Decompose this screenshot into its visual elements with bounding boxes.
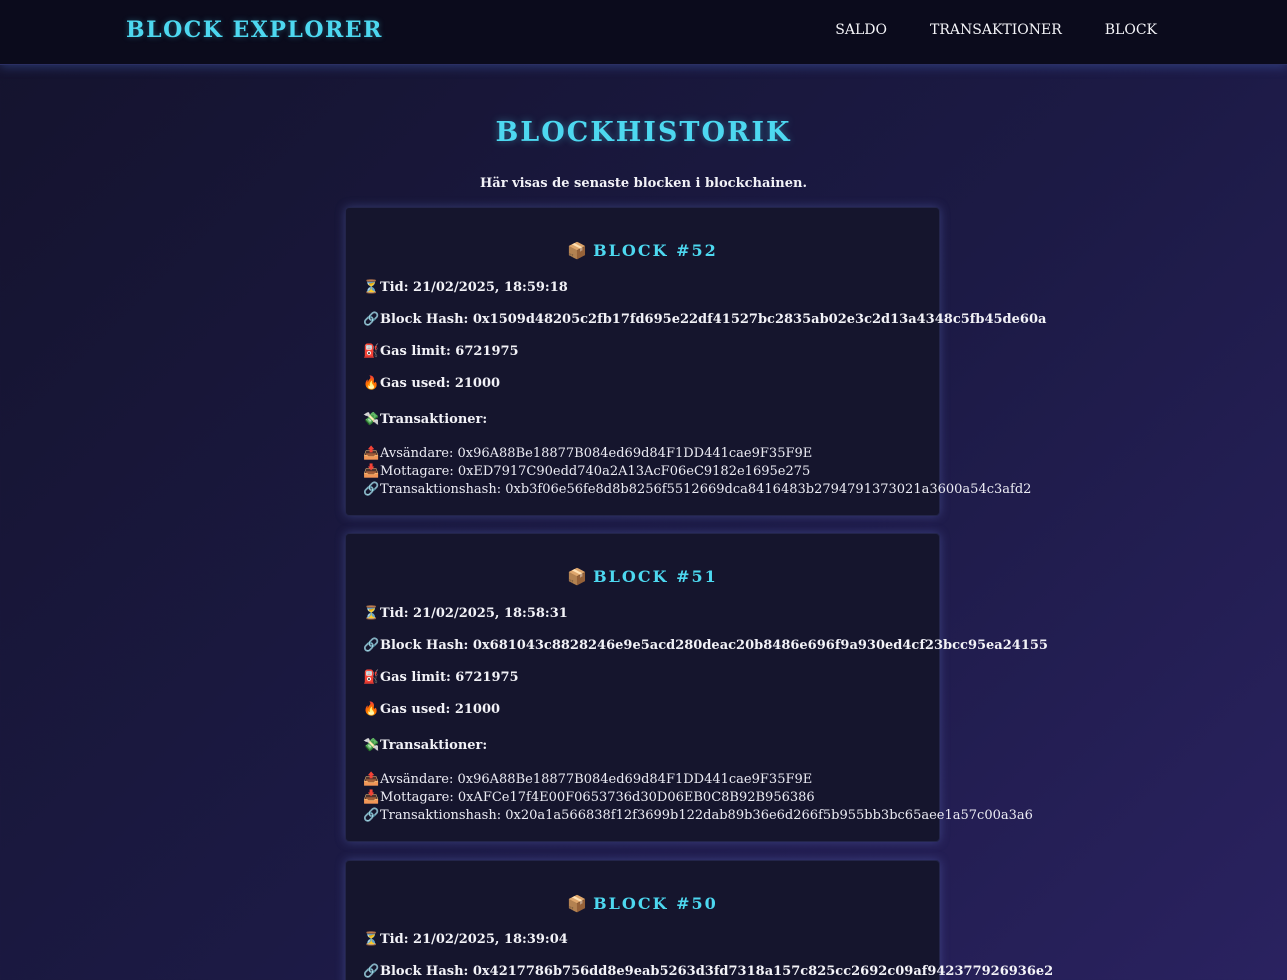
block-card: 📦 BLOCK #52 ⏳Tid: 21/02/2025, 18:59:18 🔗B…	[345, 207, 1046, 516]
nav-link-block[interactable]: BLOCK	[1105, 22, 1157, 38]
tx-sender-text: Avsändare: 0x96A88Be18877B084ed69d84F1DD…	[380, 446, 813, 461]
block-time-text: Tid: 21/02/2025, 18:39:04	[380, 932, 568, 947]
tx-sender-text: Avsändare: 0x96A88Be18877B084ed69d84F1DD…	[380, 772, 813, 787]
block-gas-used-text: Gas used: 21000	[380, 376, 501, 391]
block-time: ⏳Tid: 21/02/2025, 18:58:31	[363, 606, 568, 621]
package-icon: 📦	[567, 241, 588, 260]
tx-receiver: 📥Mottagare: 0xED7917C90edd740a2A13AcF06e…	[363, 464, 810, 479]
block-transactions-label: Transaktioner:	[380, 412, 488, 427]
block-title-text: BLOCK #50	[593, 894, 718, 913]
fire-icon: 🔥	[363, 376, 380, 391]
block-hash: 🔗Block Hash: 0x681043c8828246e9e5acd280d…	[363, 638, 1048, 653]
page-subtitle: Här visas de senaste blocken i blockchai…	[479, 176, 808, 191]
block-title-text: BLOCK #52	[593, 241, 718, 260]
money-wings-icon: 💸	[363, 738, 380, 753]
hourglass-icon: ⏳	[363, 932, 380, 947]
top-navbar: BLOCK EXPLORER SALDO TRANSAKTIONER BLOCK	[0, 0, 1287, 65]
link-icon: 🔗	[363, 482, 380, 497]
tx-hash-text: Transaktionshash: 0xb3f06e56fe8d8b8256f5…	[380, 482, 1032, 497]
page-title: BLOCKHISTORIK	[495, 117, 792, 148]
block-gas-used-text: Gas used: 21000	[380, 702, 501, 717]
fuel-pump-icon: ⛽	[363, 670, 380, 685]
tx-receiver-text: Mottagare: 0xED7917C90edd740a2A13AcF06eC…	[380, 464, 811, 479]
block-gas-used: 🔥Gas used: 21000	[363, 376, 500, 391]
block-title-text: BLOCK #51	[593, 567, 718, 586]
outbox-icon: 📤	[363, 772, 380, 787]
block-gas-limit: ⛽Gas limit: 6721975	[363, 344, 519, 359]
block-time: ⏳Tid: 21/02/2025, 18:59:18	[363, 280, 568, 295]
tx-sender: 📤Avsändare: 0x96A88Be18877B084ed69d84F1D…	[363, 772, 812, 787]
block-gas-limit: ⛽Gas limit: 6721975	[363, 670, 519, 685]
block-title: 📦 BLOCK #50	[346, 894, 939, 913]
block-gas-limit-text: Gas limit: 6721975	[380, 344, 519, 359]
fire-icon: 🔥	[363, 702, 380, 717]
link-icon: 🔗	[363, 964, 380, 979]
money-wings-icon: 💸	[363, 412, 380, 427]
block-hash-text: Block Hash: 0x681043c8828246e9e5acd280de…	[380, 638, 1048, 653]
block-transactions-heading: 💸Transaktioner:	[363, 738, 487, 753]
block-transactions-label: Transaktioner:	[380, 738, 488, 753]
package-icon: 📦	[567, 894, 588, 913]
block-title: 📦 BLOCK #51	[346, 567, 939, 586]
link-icon: 🔗	[363, 638, 380, 653]
brand-logo[interactable]: BLOCK EXPLORER	[126, 17, 383, 43]
tx-hash: 🔗Transaktionshash: 0x20a1a566838f12f3699…	[363, 808, 1033, 823]
block-hash-text: Block Hash: 0x4217786b756dd8e9eab5263d3f…	[380, 964, 1054, 979]
link-icon: 🔗	[363, 808, 380, 823]
block-time: ⏳Tid: 21/02/2025, 18:39:04	[363, 932, 568, 947]
tx-hash-text: Transaktionshash: 0x20a1a566838f12f3699b…	[380, 808, 1033, 823]
nav-link-saldo[interactable]: SALDO	[835, 22, 887, 38]
inbox-icon: 📥	[363, 464, 380, 479]
block-time-text: Tid: 21/02/2025, 18:58:31	[380, 606, 568, 621]
hourglass-icon: ⏳	[363, 280, 380, 295]
block-card: 📦 BLOCK #51 ⏳Tid: 21/02/2025, 18:58:31 🔗B…	[345, 533, 1048, 842]
block-gas-limit-text: Gas limit: 6721975	[380, 670, 519, 685]
block-card: 📦 BLOCK #50 ⏳Tid: 21/02/2025, 18:39:04 🔗B…	[345, 860, 1053, 980]
block-hash: 🔗Block Hash: 0x4217786b756dd8e9eab5263d3…	[363, 964, 1053, 979]
nav-links: SALDO TRANSAKTIONER BLOCK	[835, 22, 1157, 38]
block-title: 📦 BLOCK #52	[346, 241, 939, 260]
tx-receiver-text: Mottagare: 0xAFCe17f4E00F0653736d30D06EB…	[380, 790, 815, 805]
block-hash-text: Block Hash: 0x1509d48205c2fb17fd695e22df…	[380, 312, 1047, 327]
outbox-icon: 📤	[363, 446, 380, 461]
hourglass-icon: ⏳	[363, 606, 380, 621]
block-transactions-heading: 💸Transaktioner:	[363, 412, 487, 427]
tx-receiver: 📥Mottagare: 0xAFCe17f4E00F0653736d30D06E…	[363, 790, 815, 805]
tx-hash: 🔗Transaktionshash: 0xb3f06e56fe8d8b8256f…	[363, 482, 1031, 497]
block-gas-used: 🔥Gas used: 21000	[363, 702, 500, 717]
tx-sender: 📤Avsändare: 0x96A88Be18877B084ed69d84F1D…	[363, 446, 812, 461]
nav-link-transaktioner[interactable]: TRANSAKTIONER	[930, 22, 1062, 38]
package-icon: 📦	[567, 567, 588, 586]
block-time-text: Tid: 21/02/2025, 18:59:18	[380, 280, 568, 295]
inbox-icon: 📥	[363, 790, 380, 805]
fuel-pump-icon: ⛽	[363, 344, 380, 359]
block-hash: 🔗Block Hash: 0x1509d48205c2fb17fd695e22d…	[363, 312, 1046, 327]
link-icon: 🔗	[363, 312, 380, 327]
